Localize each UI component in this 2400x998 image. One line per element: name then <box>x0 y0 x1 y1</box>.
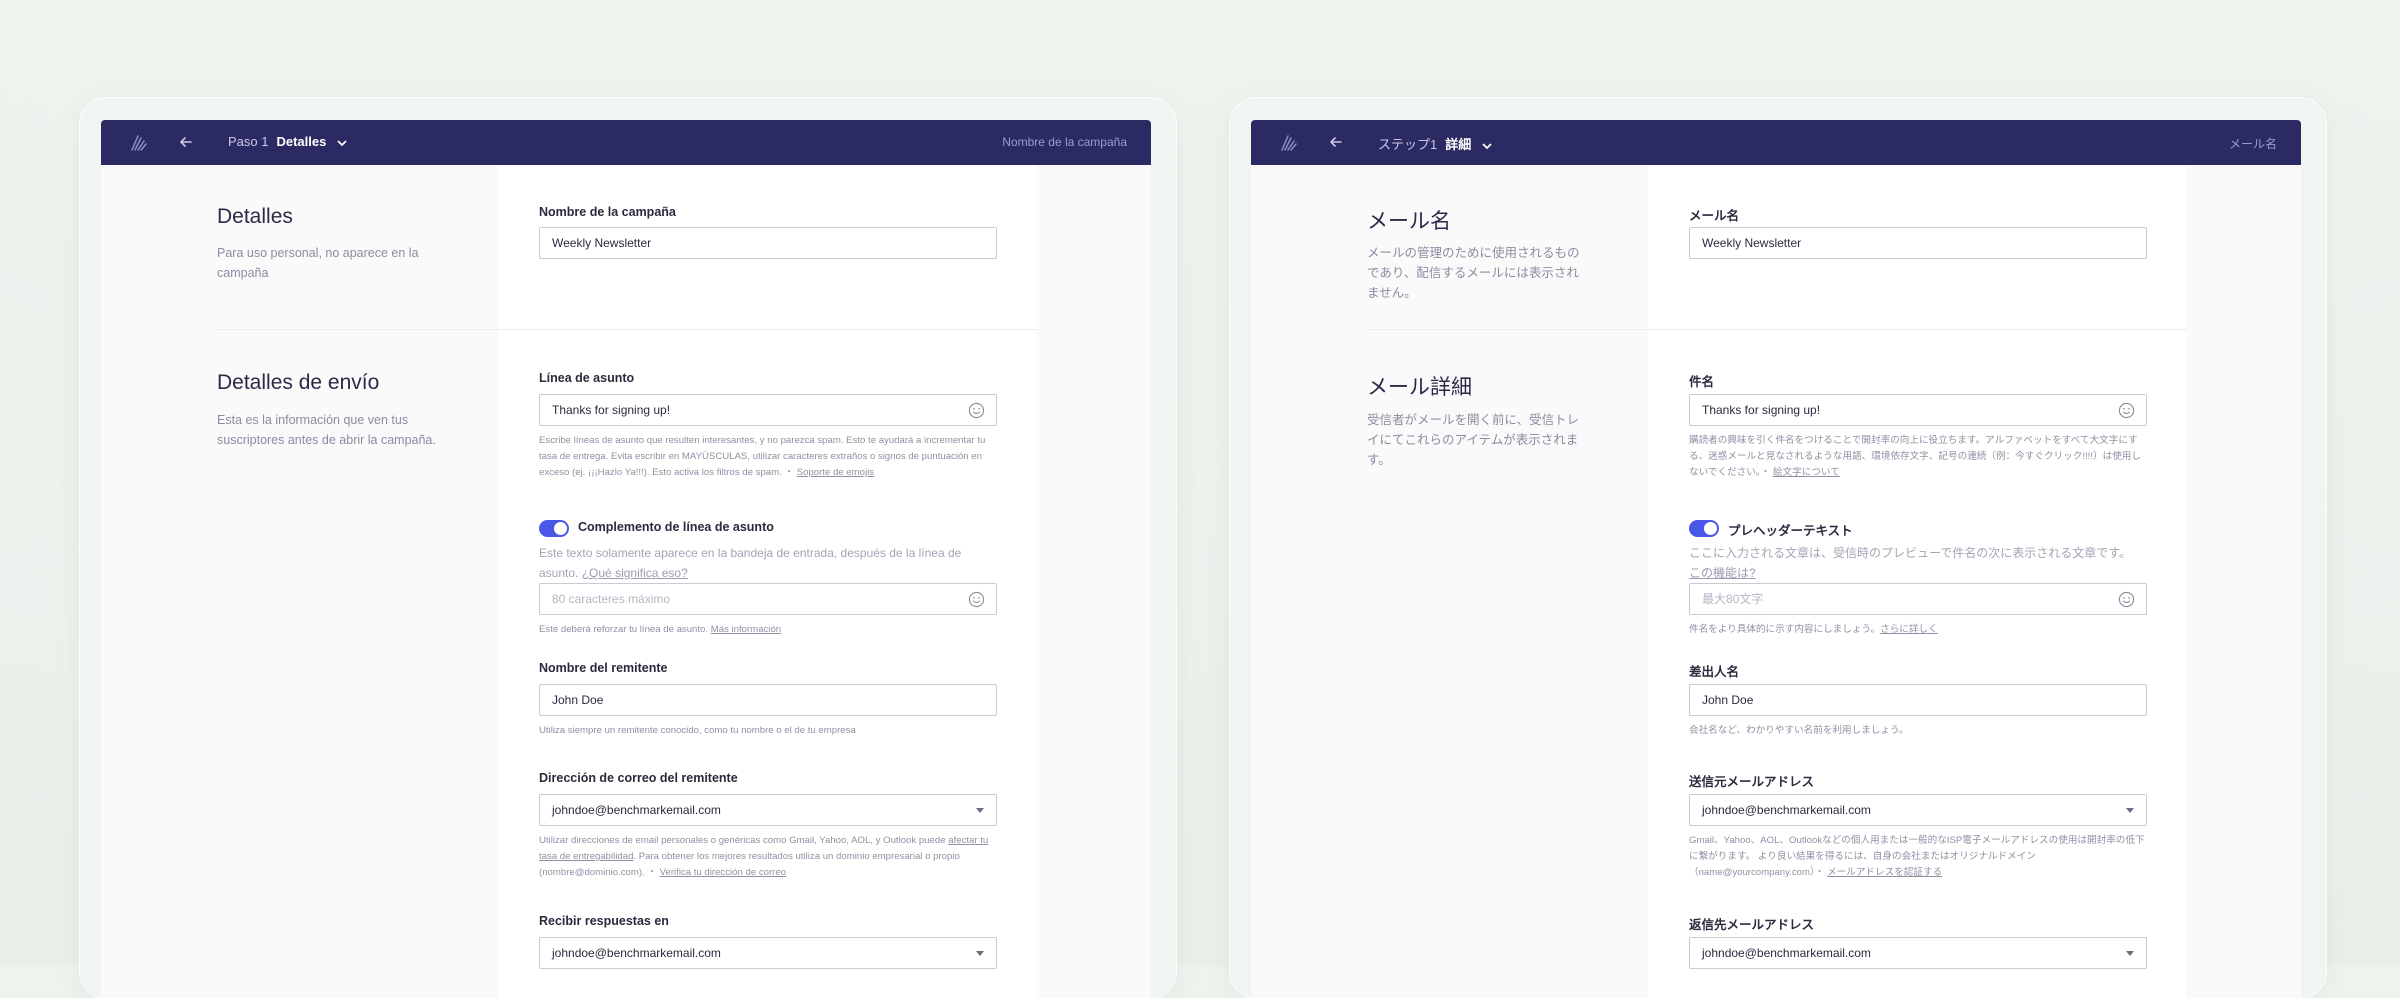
preheader-label: Complemento de línea de asunto <box>578 520 774 534</box>
emoji-support-link[interactable]: 絵文字について <box>1773 467 1840 478</box>
step-number: Paso 1 <box>228 134 269 149</box>
section-divider <box>217 329 1037 330</box>
campaign-editor-window: ステップ1 詳細 メール名 メール名 メールの管理のために使用されるものであり、配… <box>1251 120 2301 998</box>
from-email-help-text: Utilizar direcciones de email personales… <box>539 835 949 846</box>
dropdown-caret-icon <box>976 951 984 956</box>
emoji-icon[interactable] <box>968 591 985 608</box>
reply-to-label: 返信先メールアドレス <box>1689 918 1815 932</box>
subject-help: 購読者の興味を引く件名をつけることで開封率の向上に役立ちます。アルファベットをす… <box>1689 433 2147 481</box>
chevron-down-icon <box>1482 142 1492 149</box>
subject-help-text: 購読者の興味を引く件名をつけることで開封率の向上に役立ちます。アルファベットをす… <box>1689 435 2141 478</box>
from-email-select[interactable]: johndoe@benchmarkemail.com <box>539 794 997 826</box>
from-email-label: Dirección de correo del remitente <box>539 771 738 785</box>
step-selector[interactable]: Paso 1 Detalles <box>228 134 348 149</box>
from-email-label: 送信元メールアドレス <box>1689 775 1815 789</box>
reply-to-select[interactable]: johndoe@benchmarkemail.com <box>539 937 997 969</box>
preheader-help: Este deberá reforzar tu línea de asunto.… <box>539 622 997 638</box>
from-email-select[interactable]: johndoe@benchmarkemail.com <box>1689 794 2147 826</box>
preheader-toggle[interactable] <box>539 520 569 537</box>
campaign-name-input[interactable]: Weekly Newsletter <box>1689 227 2147 259</box>
top-bar: ステップ1 詳細 メール名 <box>1251 120 2301 165</box>
sender-name-help: Utiliza siempre un remitente conocido, c… <box>539 725 856 736</box>
preheader-input[interactable]: 最大80文字 <box>1689 583 2147 615</box>
section-divider <box>1367 329 2187 330</box>
emoji-icon[interactable] <box>2118 402 2135 419</box>
from-email-value: johndoe@benchmarkemail.com <box>1702 803 1871 817</box>
logo-icon <box>1281 135 1297 151</box>
subject-input[interactable]: Thanks for signing up! <box>539 394 997 426</box>
reply-to-value: johndoe@benchmarkemail.com <box>552 946 721 960</box>
preheader-label: プレヘッダーテキスト <box>1728 524 1853 538</box>
reply-to-value: johndoe@benchmarkemail.com <box>1702 946 1871 960</box>
subject-input[interactable]: Thanks for signing up! <box>1689 394 2147 426</box>
reply-to-label: Recibir respuestas en <box>539 914 669 928</box>
send-section-title: メール詳細 <box>1367 376 1472 399</box>
dropdown-caret-icon <box>2126 951 2134 956</box>
preheader-placeholder: 最大80文字 <box>1702 592 1764 606</box>
what-is-this-link[interactable]: この機能は? <box>1689 566 1756 580</box>
reply-to-select[interactable]: johndoe@benchmarkemail.com <box>1689 937 2147 969</box>
subject-label: 件名 <box>1689 375 1715 389</box>
dropdown-caret-icon <box>2126 808 2134 813</box>
subject-label: Línea de asunto <box>539 371 635 385</box>
subject-value: Thanks for signing up! <box>1702 403 1821 417</box>
send-section-desc: Esta es la información que ven tus suscr… <box>217 413 436 447</box>
from-email-help: Utilizar direcciones de email personales… <box>539 833 997 881</box>
step-number: ステップ1 <box>1378 137 1438 152</box>
device-frame-right: ステップ1 詳細 メール名 メール名 メールの管理のために使用されるものであり、配… <box>1230 98 2326 998</box>
subject-help-text: Escribe líneas de asunto que resulten in… <box>539 435 986 478</box>
editor-body: メール名 メールの管理のために使用されるものであり、配信するメールには表示されま… <box>1251 165 2301 998</box>
campaign-name-display: メール名 <box>2228 137 2277 151</box>
device-frame-left: Paso 1 Detalles Nombre de la campaña Deta… <box>80 98 1176 998</box>
subject-help: Escribe líneas de asunto que resulten in… <box>539 433 997 481</box>
top-bar: Paso 1 Detalles Nombre de la campaña <box>101 120 1151 165</box>
back-arrow-icon[interactable] <box>176 132 196 152</box>
dropdown-caret-icon <box>976 808 984 813</box>
step-name: 詳細 <box>1445 137 1472 152</box>
sender-name-input[interactable]: John Doe <box>539 684 997 716</box>
campaign-name-label: メール名 <box>1689 209 1740 223</box>
preheader-help-text: Este deberá reforzar tu línea de asunto. <box>539 624 709 635</box>
send-section-title: Detalles de envío <box>217 371 380 394</box>
more-info-link[interactable]: さらに詳しく <box>1880 624 1938 635</box>
emoji-icon[interactable] <box>2118 591 2135 608</box>
from-email-help: Gmail、Yahoo、AOL、Outlookなどの個人用または一般的なISP電… <box>1689 833 2147 881</box>
campaign-name-input[interactable]: Weekly Newsletter <box>539 227 997 259</box>
back-arrow-icon[interactable] <box>1326 132 1346 152</box>
editor-body: Detalles Para uso personal, no aparece e… <box>101 165 1151 998</box>
sender-name-label: Nombre del remitente <box>539 661 668 675</box>
sender-name-help: 会社名など、わかりやすい名前を利用しましょう。 <box>1689 725 1909 736</box>
step-selector[interactable]: ステップ1 詳細 <box>1378 134 1493 153</box>
preheader-note: Este texto solamente aparece en la bande… <box>539 543 997 583</box>
sender-name-input[interactable]: John Doe <box>1689 684 2147 716</box>
details-section-title: メール名 <box>1367 210 1451 233</box>
logo-icon <box>131 135 147 151</box>
details-section-desc: Para uso personal, no aparece en la camp… <box>217 246 419 280</box>
campaign-name-label: Nombre de la campaña <box>539 205 676 219</box>
from-email-value: johndoe@benchmarkemail.com <box>552 803 721 817</box>
verify-email-link[interactable]: Verifica tu dirección de correo <box>660 867 786 878</box>
emoji-support-link[interactable]: Soporte de emojis <box>797 467 874 478</box>
emoji-icon[interactable] <box>968 402 985 419</box>
campaign-editor-window: Paso 1 Detalles Nombre de la campaña Deta… <box>101 120 1151 998</box>
verify-email-link[interactable]: メールアドレスを認証する <box>1827 867 1942 878</box>
preheader-help-text: 件名をより具体的に示す内容にしましょう。 <box>1689 624 1881 635</box>
preheader-input[interactable]: 80 caracteres máximo <box>539 583 997 615</box>
what-is-this-link[interactable]: ¿Qué significa eso? <box>582 566 688 580</box>
preheader-help: 件名をより具体的に示す内容にしましょう。さらに詳しく <box>1689 622 2147 638</box>
step-name: Detalles <box>276 134 327 149</box>
preheader-placeholder: 80 caracteres máximo <box>552 592 671 606</box>
subject-value: Thanks for signing up! <box>552 403 671 417</box>
preheader-note: ここに入力される文章は、受信時のプレビューで件名の次に表示される文章です。 この機… <box>1689 543 2147 583</box>
sender-name-label: 差出人名 <box>1689 665 1740 679</box>
details-section-desc: メールの管理のために使用されるものであり、配信するメールには表示されません。 <box>1367 246 1580 300</box>
preheader-toggle[interactable] <box>1689 520 1719 537</box>
preheader-note-text: ここに入力される文章は、受信時のプレビューで件名の次に表示される文章です。 <box>1689 546 2132 560</box>
more-info-link[interactable]: Más información <box>711 624 781 635</box>
chevron-down-icon <box>337 139 347 146</box>
send-section-desc: 受信者がメールを開く前に、受信トレイにてこれらのアイテムが表示されます。 <box>1367 413 1580 467</box>
campaign-name-display: Nombre de la campaña <box>1002 135 1127 149</box>
details-section-title: Detalles <box>217 205 293 228</box>
